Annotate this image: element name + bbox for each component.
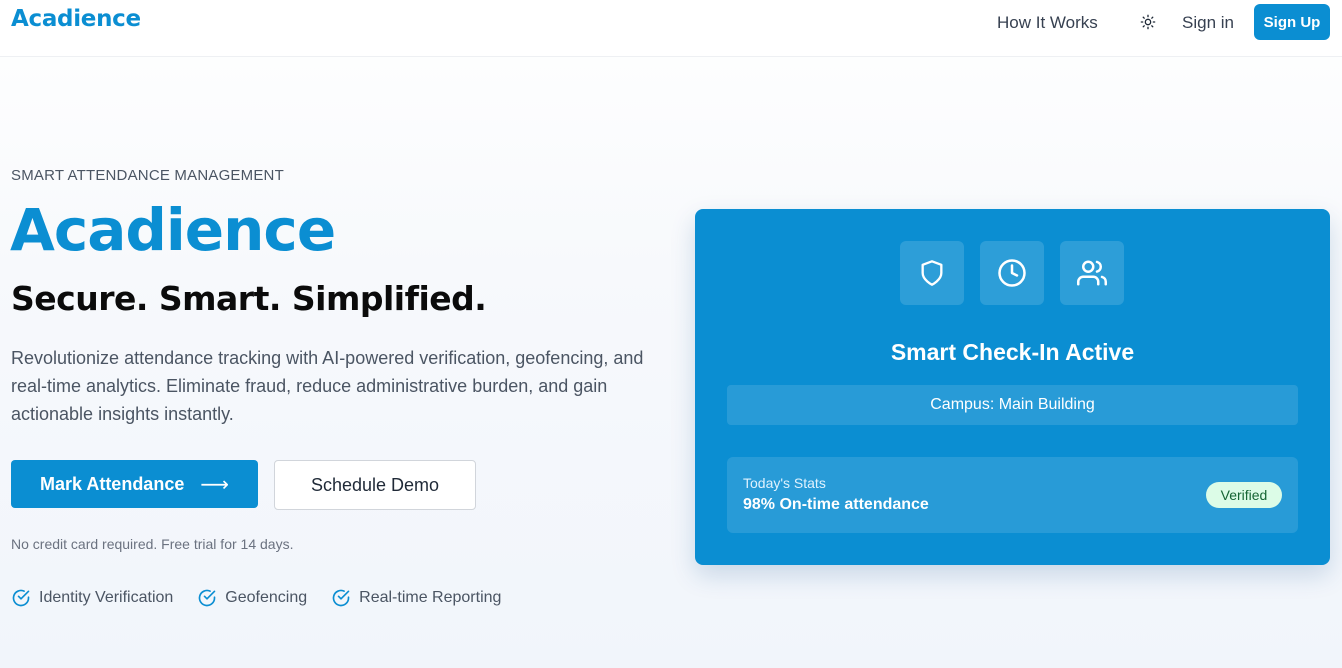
hero-eyebrow: SMART ATTENDANCE MANAGEMENT bbox=[11, 167, 284, 184]
stats-label: Today's Stats bbox=[743, 475, 826, 491]
feature-label: Real-time Reporting bbox=[359, 589, 502, 606]
hero-title: Acadience bbox=[10, 196, 336, 264]
mark-attendance-button[interactable]: Mark Attendance ⟶ bbox=[11, 460, 258, 508]
nav-link-how-it-works[interactable]: How It Works bbox=[997, 13, 1098, 33]
check-circle-icon bbox=[332, 589, 350, 607]
campus-label: Campus: Main Building bbox=[727, 385, 1298, 425]
logo[interactable]: Acadience bbox=[11, 6, 141, 32]
check-circle-icon bbox=[12, 589, 30, 607]
sign-in-link[interactable]: Sign in bbox=[1182, 13, 1234, 33]
users-icon bbox=[1060, 241, 1124, 305]
stats-panel: Today's Stats 98% On-time attendance Ver… bbox=[727, 457, 1298, 533]
arrow-right-icon: ⟶ bbox=[200, 473, 230, 496]
verified-badge: Verified bbox=[1206, 482, 1282, 508]
feature-label: Geofencing bbox=[225, 589, 308, 606]
hero-subtitle: Secure. Smart. Simplified. bbox=[11, 279, 487, 318]
stats-value: 98% On-time attendance bbox=[743, 496, 929, 513]
feature-list: Identity Verification Geofencing Real-ti… bbox=[11, 588, 501, 608]
mark-attendance-label: Mark Attendance bbox=[39, 473, 185, 494]
schedule-demo-button[interactable]: Schedule Demo bbox=[274, 460, 476, 510]
feature-label: Identity Verification bbox=[39, 589, 174, 606]
feature-item: Real-time Reporting bbox=[331, 588, 501, 608]
check-in-card: Smart Check-In Active Campus: Main Build… bbox=[695, 209, 1330, 565]
sign-up-button[interactable]: Sign Up bbox=[1254, 4, 1330, 40]
top-navbar: Acadience How It Works Sign in Sign Up bbox=[0, 0, 1342, 57]
check-circle-icon bbox=[199, 589, 216, 607]
feature-item: Geofencing bbox=[197, 588, 307, 608]
card-title: Smart Check-In Active bbox=[890, 339, 1135, 365]
sun-icon[interactable] bbox=[1138, 12, 1158, 32]
trial-note: No credit card required. Free trial for … bbox=[11, 536, 294, 552]
shield-icon bbox=[900, 241, 964, 305]
feature-item: Identity Verification bbox=[11, 588, 173, 608]
hero-description: Revolutionize attendance tracking with A… bbox=[11, 348, 644, 424]
clock-icon bbox=[980, 241, 1044, 305]
